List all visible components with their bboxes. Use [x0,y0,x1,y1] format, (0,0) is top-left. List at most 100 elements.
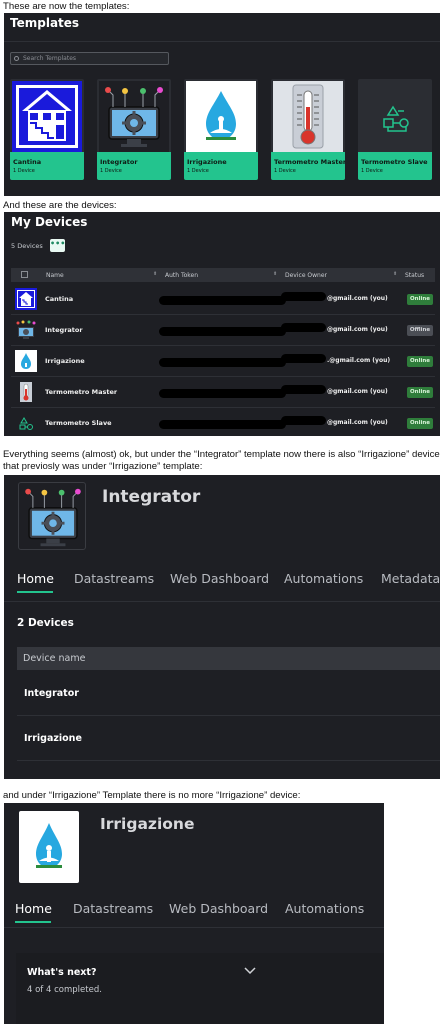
whats-next-title: What's next? [27,967,97,978]
template-card-irrigazione[interactable]: Irrigazione 1 Device [184,79,258,180]
template-card-footer: Cantina 1 Device [10,152,84,180]
water-drop-icon [15,350,37,372]
tabs-divider [4,601,440,602]
device-owner: @gmail.com (you) [327,295,388,302]
chevron-down-icon[interactable] [243,961,257,980]
tab-automations[interactable]: Automations [284,571,363,586]
redacted-owner [281,385,326,394]
device-row-irrigazione[interactable]: Irrigazione .@gmail.com (you) Online [11,346,435,377]
devices-panel: My Devices 5 Devices ••• Name ⬍ Auth Tok… [4,212,440,436]
redacted-auth-token [159,327,286,336]
device-row-termometro-master[interactable]: Termometro Master @gmail.com (you) Onlin… [11,377,435,408]
template-card-integrator[interactable]: Integrator 1 Device [97,79,171,180]
device-row-termometro-slave[interactable]: Termometro Slave @gmail.com (you) Online [11,408,435,436]
sort-icon[interactable]: ⬍ [273,271,277,277]
templates-title: Templates [10,16,80,30]
thermometer-icon [273,81,343,152]
water-drop-icon [19,811,79,883]
whats-next-card[interactable]: What's next? 4 of 4 completed. [16,953,384,1024]
col-status[interactable]: Status [405,272,424,279]
caption-integrator-line1: Everything seems (almost) ok, but under … [3,449,440,460]
device-name[interactable]: Irrigazione [45,357,85,365]
device-owner: .@gmail.com (you) [327,357,391,364]
template-device-count: 1 Device [361,168,383,174]
device-row-integrator[interactable]: Integrator @gmail.com (you) Offline [11,315,435,346]
device-row-integrator[interactable]: Integrator [17,671,440,716]
caption-devices: And these are the devices: [3,200,117,211]
more-options-button[interactable]: ••• [50,239,65,252]
template-name: Termometro Master [274,158,345,166]
tab-automations[interactable]: Automations [285,901,364,916]
col-auth-token[interactable]: Auth Token [165,272,198,279]
search-placeholder: Search Templates [23,55,77,62]
tab-datastreams[interactable]: Datastreams [74,571,154,586]
template-device-count: 1 Device [187,168,209,174]
template-title: Irrigazione [100,815,195,833]
redacted-auth-token [159,389,286,398]
device-row-irrigazione[interactable]: Irrigazione [17,716,440,761]
device-name[interactable]: Cantina [45,295,73,303]
active-tab-underline [15,921,51,923]
redacted-auth-token [159,420,286,429]
redacted-owner [281,416,326,425]
template-device-count: 1 Device [274,168,296,174]
tab-web-dashboard[interactable]: Web Dashboard [169,901,268,916]
template-name: Integrator [100,158,138,166]
devices-title: My Devices [11,215,88,229]
device-flow-icon [360,81,430,152]
tab-metadata[interactable]: Metadata [381,571,440,586]
template-tabs: Home Datastreams Web Dashboard Automatio… [4,571,440,601]
status-badge: Online [407,387,433,398]
device-name-column-header[interactable]: Device name [17,647,440,670]
redacted-owner [281,354,326,363]
col-name[interactable]: Name [46,272,64,279]
templates-divider [4,41,440,42]
caption-templates: These are now the templates: [3,1,130,12]
template-card-footer: Integrator 1 Device [97,152,171,180]
tab-home[interactable]: Home [15,901,52,916]
sort-icon[interactable]: ⬍ [393,271,397,277]
device-flow-icon [15,412,37,434]
cantina-icon [15,288,37,310]
tab-web-dashboard[interactable]: Web Dashboard [170,571,269,586]
col-device-owner[interactable]: Device Owner [285,272,327,279]
device-name[interactable]: Termometro Master [45,388,117,396]
template-card-termometro-slave[interactable]: Termometro Slave 1 Device [358,79,432,180]
integrator-gear-icon [15,319,37,341]
device-name[interactable]: Termometro Slave [45,419,112,427]
active-tab-underline [17,591,53,593]
template-card-cantina[interactable]: Cantina 1 Device [10,79,84,180]
select-all-checkbox[interactable] [21,271,28,278]
tab-home[interactable]: Home [17,571,54,586]
template-name: Irrigazione [187,158,227,166]
device-row-cantina[interactable]: Cantina @gmail.com (you) Online [11,284,435,315]
device-owner: @gmail.com (you) [327,326,388,333]
irrigazione-template-panel: Irrigazione Home Datastreams Web Dashboa… [4,803,384,1024]
redacted-auth-token [159,358,286,367]
template-name: Cantina [13,158,42,166]
caption-integrator-line2: that previosly was under “Irrigazione” t… [3,461,203,472]
device-owner: @gmail.com (you) [327,419,388,426]
template-card-footer: Termometro Slave 1 Device [358,152,432,180]
sort-icon[interactable]: ⬍ [153,271,157,277]
template-title: Integrator [102,487,201,507]
template-card-termometro-master[interactable]: Termometro Master 1 Device [271,79,345,180]
status-badge: Online [407,418,433,429]
devices-count: 5 Devices [11,242,43,250]
caption-irrigazione: and under “Irrigazione” Template there i… [3,790,301,801]
status-badge: Online [407,294,433,305]
integrator-gear-icon [99,81,169,152]
integrator-template-panel: Integrator Home Datastreams Web Dashboar… [4,475,440,779]
status-badge: Online [407,356,433,367]
status-badge: Offline [407,325,433,336]
tab-datastreams[interactable]: Datastreams [73,901,153,916]
completion-status: 4 of 4 completed. [27,985,102,995]
device-name[interactable]: Integrator [45,326,83,334]
template-name: Termometro Slave [361,158,428,166]
template-card-footer: Irrigazione 1 Device [184,152,258,180]
redacted-owner [281,323,326,332]
water-drop-icon [186,81,256,152]
templates-panel: Templates Search Templates Cantina 1 Dev… [4,13,440,196]
search-templates-input[interactable]: Search Templates [10,52,169,65]
search-icon [14,56,19,61]
